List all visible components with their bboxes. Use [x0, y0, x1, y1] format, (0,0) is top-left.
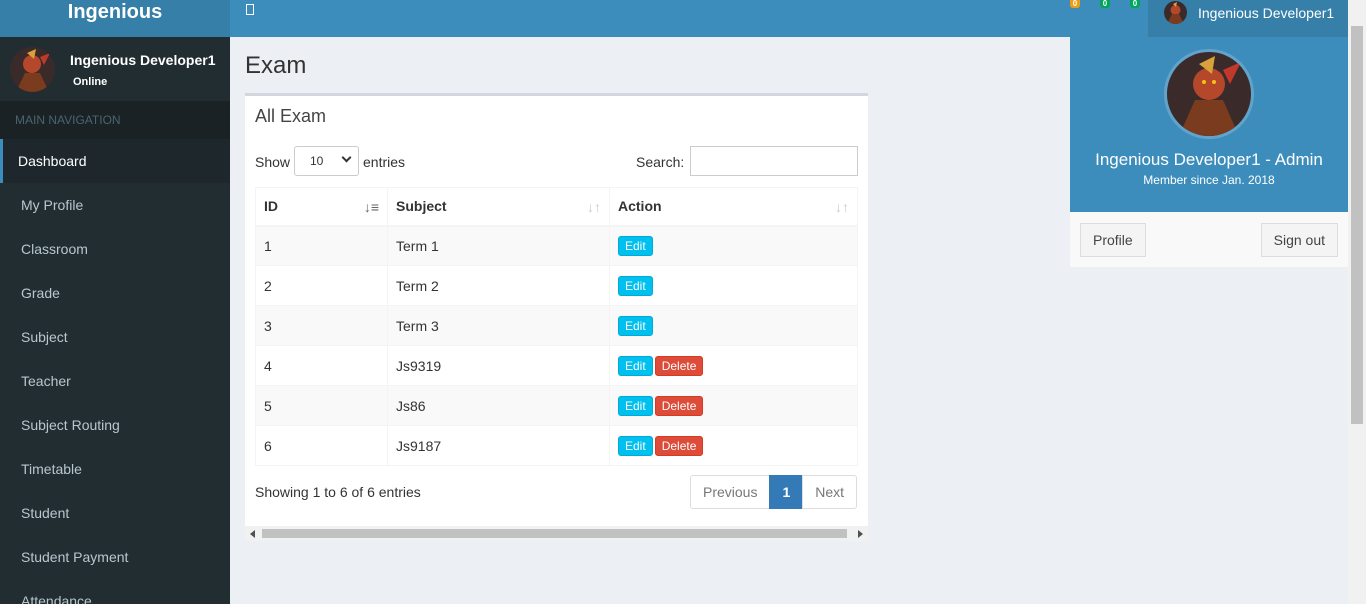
sidebar-item-classroom[interactable]: Classroom [0, 227, 230, 271]
sidebar-item-dashboard[interactable]: Dashboard [0, 139, 230, 183]
sidebar-item-subject-routing[interactable]: Subject Routing [0, 403, 230, 447]
user-avatar-large [1164, 49, 1254, 139]
sidebar-item-student[interactable]: Student [0, 491, 230, 535]
previous-page-button[interactable]: Previous [690, 475, 771, 509]
table-row: 1 Term 1 Edit [255, 225, 858, 266]
sidebar: Ingenious Developer1 Online MAIN NAVIGAT… [0, 37, 230, 604]
table-row: 3 Term 3 Edit [255, 305, 858, 346]
page-length-select[interactable]: 10 [294, 146, 359, 176]
page-1-button[interactable]: 1 [769, 475, 804, 509]
column-header-action[interactable]: Action ↓↑ [609, 187, 858, 227]
user-member-since: Member since Jan. 2018 [1143, 173, 1275, 187]
user-dropdown-name: Ingenious Developer1 - Admin [1095, 150, 1323, 169]
column-header-id[interactable]: ID ↓≡ [255, 187, 388, 227]
sidebar-item-teacher[interactable]: Teacher [0, 359, 230, 403]
scrollbar-thumb[interactable] [262, 529, 847, 538]
box-title: All Exam [255, 106, 327, 126]
cell-action: Edit [609, 225, 858, 266]
user-dropdown: Ingenious Developer1 - Admin Member sinc… [1070, 37, 1348, 267]
cell-id: 3 [255, 305, 388, 346]
exam-table: ID ↓≡ Subject ↓↑ Action ↓↑ 1 Term 1 Edit [255, 187, 858, 466]
sidebar-item-subject[interactable]: Subject [0, 315, 230, 359]
search-label: Search: [636, 154, 685, 170]
edit-button[interactable]: Edit [618, 435, 653, 456]
search-input[interactable] [690, 146, 858, 176]
pagination: Previous 1 Next [690, 475, 858, 509]
sidebar-item-my-profile[interactable]: My Profile [0, 183, 230, 227]
sidebar-item-grade[interactable]: Grade [0, 271, 230, 315]
sidebar-toggle-icon[interactable] [246, 4, 254, 15]
delete-button[interactable]: Delete [654, 355, 704, 376]
cell-id: 1 [255, 225, 388, 266]
user-menu-toggle[interactable]: Ingenious Developer1 [1148, 0, 1348, 37]
user-dropdown-footer: Profile Sign out [1070, 212, 1348, 267]
sidebar-item-timetable[interactable]: Timetable [0, 447, 230, 491]
scroll-right-icon[interactable] [858, 530, 863, 538]
column-header-subject[interactable]: Subject ↓↑ [387, 187, 610, 227]
edit-button[interactable]: Edit [618, 315, 653, 336]
sidebar-item-student-payment[interactable]: Student Payment [0, 535, 230, 579]
cell-subject: Term 1 [387, 225, 610, 266]
user-menu-name: Ingenious Developer1 [1198, 5, 1335, 21]
cell-id: 5 [255, 385, 388, 426]
sidebar-avatar [10, 47, 55, 92]
cell-id: 6 [255, 425, 388, 466]
table-row: 6 Js9187 Edit Delete [255, 425, 858, 466]
table-row: 4 Js9319 Edit Delete [255, 345, 858, 386]
delete-button[interactable]: Delete [654, 435, 704, 456]
sidebar-user-status: Online [73, 76, 108, 88]
cell-subject: Js9187 [387, 425, 610, 466]
user-dropdown-header: Ingenious Developer1 - Admin Member sinc… [1070, 37, 1348, 212]
next-page-button[interactable]: Next [802, 475, 858, 509]
cell-action: Edit Delete [609, 385, 858, 426]
sort-asc-icon: ↓≡ [363, 199, 379, 215]
chevron-down-icon [341, 152, 352, 163]
edit-button[interactable]: Edit [618, 275, 653, 296]
cell-action: Edit [609, 265, 858, 306]
delete-button[interactable]: Delete [654, 395, 704, 416]
page-scrollbar[interactable] [1348, 0, 1366, 604]
cell-subject: Js9319 [387, 345, 610, 386]
page-title: Exam [245, 52, 307, 79]
cell-subject: Js86 [387, 385, 610, 426]
page-length-value: 10 [310, 154, 324, 168]
show-label: Show [255, 154, 291, 170]
profile-button[interactable]: Profile [1080, 223, 1146, 257]
sort-icon: ↓↑ [587, 199, 601, 215]
cell-id: 4 [255, 345, 388, 386]
scroll-left-icon[interactable] [250, 530, 255, 538]
cell-id: 2 [255, 265, 388, 306]
sidebar-item-attendance[interactable]: Attendance [0, 579, 230, 604]
scrollbar-thumb[interactable] [1351, 26, 1363, 424]
nav-header: MAIN NAVIGATION [0, 101, 230, 139]
table-row: 2 Term 2 Edit [255, 265, 858, 306]
sidebar-nav: Dashboard My Profile Classroom Grade Sub… [0, 139, 230, 604]
edit-button[interactable]: Edit [618, 235, 653, 256]
cell-action: Edit Delete [609, 425, 858, 466]
sign-out-button[interactable]: Sign out [1260, 223, 1338, 257]
user-avatar-small [1164, 1, 1187, 24]
sidebar-user-name: Ingenious Developer1 [70, 52, 216, 68]
entries-label: entries [363, 154, 406, 170]
edit-button[interactable]: Edit [618, 395, 653, 416]
sort-icon: ↓↑ [835, 199, 849, 215]
table-row: 5 Js86 Edit Delete [255, 385, 858, 426]
cell-subject: Term 3 [387, 305, 610, 346]
top-navbar: 0 0 0 Ingenious Developer1 [230, 0, 1348, 37]
column-header-label: ID [264, 198, 278, 215]
messages-badge[interactable]: 0 [1070, 0, 1080, 8]
column-header-label: Action [618, 198, 662, 215]
column-header-label: Subject [396, 198, 447, 215]
sidebar-user-panel: Ingenious Developer1 Online [0, 37, 230, 101]
app-logo[interactable]: Ingenious [0, 0, 230, 37]
table-horizontal-scrollbar[interactable] [245, 526, 868, 541]
cell-action: Edit [609, 305, 858, 346]
tasks-badge[interactable]: 0 [1130, 0, 1140, 8]
exam-box: All Exam Show 10 entries Search: ID ↓≡ S… [245, 93, 868, 541]
notifications-badge[interactable]: 0 [1100, 0, 1110, 8]
cell-subject: Term 2 [387, 265, 610, 306]
table-info: Showing 1 to 6 of 6 entries [255, 484, 421, 500]
cell-action: Edit Delete [609, 345, 858, 386]
edit-button[interactable]: Edit [618, 355, 653, 376]
